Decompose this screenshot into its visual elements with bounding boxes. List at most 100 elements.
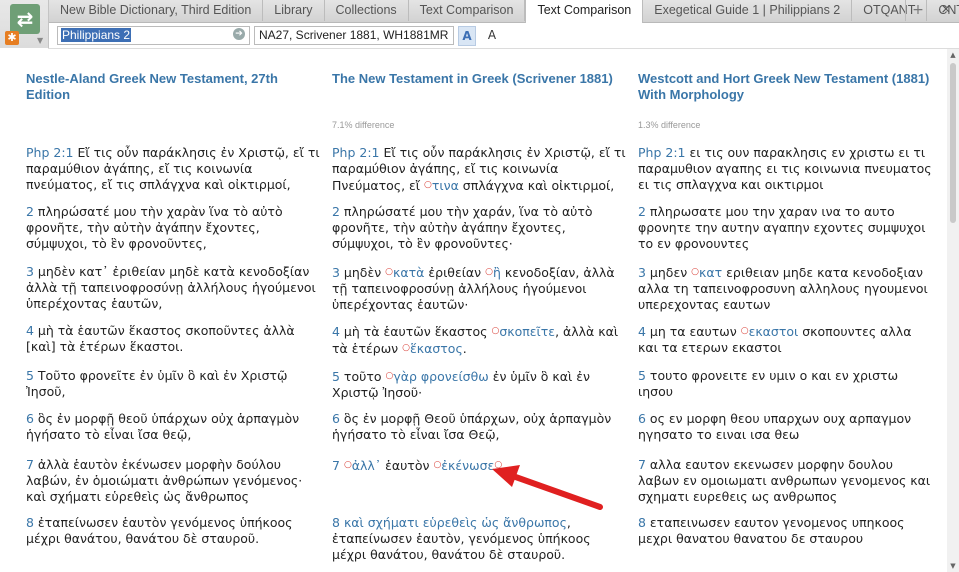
verse-body: ἀλλὰ ἑαυτὸν ἐκένωσεν μορφὴν δούλου λαβών… [26, 457, 303, 504]
add-tab-button[interactable]: + [905, 0, 930, 21]
verse-body: ὃς ἐν μορφῇ Θεοῦ ὑπάρχων, οὐχ ἁρπαγμὸν ἡ… [332, 411, 612, 442]
verse-number-link[interactable]: 5 [26, 368, 34, 383]
verse-text: 7 αλλα εαυτον εκενωσεν μορφην δουλου λαβ… [638, 457, 933, 505]
difference-label: 7.1% difference [332, 120, 395, 130]
reference-value: Philippians 2 [61, 28, 132, 42]
verse-body: πληρωσατε μου την χαραν ινα το αυτο φρον… [638, 204, 926, 251]
scroll-down-icon[interactable]: ▼ [947, 562, 959, 570]
verse-body: μη τα εαυτων ○εκαστοι σκοπουντες αλλα κα… [638, 324, 912, 355]
verse-number-link[interactable]: 4 [332, 324, 340, 339]
verse-body: τοῦτο ○γὰρ φρονείσθω ἐν ὑμῖν ὃ καὶ ἐν Χρ… [332, 369, 590, 400]
verse-number-link[interactable]: 2 [638, 204, 646, 219]
verse-text: 6 ὃς ἐν μορφῇ θεοῦ ὑπάρχων οὐχ ἁρπαγμὸν … [26, 411, 321, 443]
verse-number-link[interactable]: 8 [332, 515, 340, 530]
tab-0[interactable]: New Bible Dictionary, Third Edition [49, 0, 264, 21]
verse-body: πληρώσατέ μου τὴν χαρὰν ἵνα τὸ αὐτὸ φρον… [26, 204, 283, 251]
verse-body: πληρώσατέ μου τὴν χαράν, ἵνα τὸ αὐτὸ φρο… [332, 204, 593, 251]
verse-body: εταπεινωσεν εαυτον γενομενος υπηκοος μεχ… [638, 515, 905, 546]
verse-number-link[interactable]: 8 [638, 515, 646, 530]
difference-label: 1.3% difference [638, 120, 701, 130]
verse-number-link[interactable]: 2 [332, 204, 340, 219]
verse-number-link[interactable]: Php 2:1 [638, 145, 686, 160]
verse-number-link[interactable]: Php 2:1 [332, 145, 380, 160]
app-menu-button[interactable]: ⇄ ✱ ▼ [0, 0, 49, 48]
tab-5[interactable]: Exegetical Guide 1 | Philippians 2 [643, 0, 853, 21]
tab-bar: New Bible Dictionary, Third Edition Libra… [0, 0, 959, 23]
tab-3[interactable]: Text Comparison [409, 0, 526, 21]
verse-body: μὴ τὰ ἑαυτῶν ἕκαστος ○σκοπεῖτε, ἀλλὰ καὶ… [332, 324, 619, 356]
verse-body: ὃς ἐν μορφῇ θεοῦ ὑπάρχων οὐχ ἁρπαγμὸν ἡγ… [26, 411, 300, 442]
verse-body: μηδὲν κατ᾽ ἐριθείαν μηδὲ κατὰ κενοδοξίαν… [26, 264, 316, 311]
verse-number-link[interactable]: 8 [26, 515, 34, 530]
verse-text: 4 μὴ τὰ ἑαυτῶν ἕκαστος σκοποῦντες ἀλλὰ [… [26, 323, 321, 355]
verse-body: μηδεν ○κατ εριθειαν μηδε κατα κενοδοξιαν… [638, 265, 928, 312]
verse-number-link[interactable]: 4 [638, 324, 646, 339]
verse-number-link[interactable]: 6 [332, 411, 340, 426]
verse-number-link[interactable]: 2 [26, 204, 34, 219]
verse-text: 5 τουτο φρονειτε εν υμιν ο και εν χριστω… [638, 368, 933, 400]
verse-body: μὴ τὰ ἑαυτῶν ἕκαστος σκοποῦντες ἀλλὰ [κα… [26, 323, 295, 354]
app-logo-icon: ⇄ [10, 4, 40, 34]
verse-number-link[interactable]: 5 [332, 369, 340, 384]
verse-text: 4 μη τα εαυτων ○εκαστοι σκοπουντες αλλα … [638, 323, 933, 356]
verse-number-link[interactable]: 3 [26, 264, 34, 279]
scroll-up-icon[interactable]: ▲ [947, 51, 959, 59]
verse-body: Τοῦτο φρονεῖτε ἐν ὑμῖν ὃ καὶ ἐν Χριστῷ Ἰ… [26, 368, 288, 399]
verse-text: Php 2:1 ει τις ουν παρακλησις εν χριστω … [638, 145, 933, 193]
verse-number-link[interactable]: Php 2:1 [26, 145, 74, 160]
star-badge-icon: ✱ [5, 31, 19, 45]
verse-text: 2 πληρωσατε μου την χαραν ινα το αυτο φρ… [638, 204, 933, 252]
verse-number-link[interactable]: 7 [638, 457, 646, 472]
scroll-thumb[interactable] [950, 63, 956, 223]
verse-number-link[interactable]: 3 [332, 265, 340, 280]
verse-number-link[interactable]: 7 [332, 458, 340, 473]
reference-input[interactable]: Philippians 2 [57, 26, 250, 45]
verse-number-link[interactable]: 4 [26, 323, 34, 338]
verse-text: 8 ἐταπείνωσεν ἑαυτὸν γενόμενος ὑπήκοος μ… [26, 515, 321, 547]
verse-body: καὶ σχήματι εὑρεθεὶς ὡς ἄνθρωπος, ἐταπεί… [332, 515, 591, 562]
verse-text: Php 2:1 Εἴ τις οὖν παράκλησις ἐν Χριστῷ,… [332, 145, 627, 194]
verse-text: 3 μηδεν ○κατ εριθειαν μηδε κατα κενοδοξι… [638, 264, 933, 313]
verse-number-link[interactable]: 3 [638, 265, 646, 280]
verse-number-link[interactable]: 6 [26, 411, 34, 426]
verse-text: 6 ος εν μορφη θεου υπαρχων ουχ αρπαγμον … [638, 411, 933, 443]
comparison-panel: Nestle-Aland Greek New Testament, 27th E… [0, 49, 947, 572]
verse-text: 5 τοῦτο ○γὰρ φρονείσθω ἐν ὑμῖν ὃ καὶ ἐν … [332, 368, 627, 401]
verse-body: ος εν μορφη θεου υπαρχων ουχ αρπαγμον ηγ… [638, 411, 912, 442]
verse-text: Php 2:1 Εἴ τις οὖν παράκλησις ἐν Χριστῷ,… [26, 145, 321, 193]
verse-text: 8 καὶ σχήματι εὑρεθεὶς ὡς ἄνθρωπος, ἐταπ… [332, 515, 627, 563]
versions-field[interactable]: NA27, Scrivener 1881, WH1881MR [254, 26, 454, 45]
verse-number-link[interactable]: 6 [638, 411, 646, 426]
verse-number-link[interactable]: 7 [26, 457, 34, 472]
verse-text: 4 μὴ τὰ ἑαυτῶν ἕκαστος ○σκοπεῖτε, ἀλλὰ κ… [332, 323, 627, 357]
verse-body: ○ἀλλ᾽ ἑαυτὸν ○ἐκένωσε○ [343, 458, 503, 473]
verse-text: 8 εταπεινωσεν εαυτον γενομενος υπηκοος μ… [638, 515, 933, 547]
red-arrow-icon [492, 465, 603, 510]
tab-4[interactable]: Text Comparison [525, 0, 644, 23]
column-title: The New Testament in Greek (Scrivener 18… [332, 71, 613, 86]
verse-text: 5 Τοῦτο φρονεῖτε ἐν ὑμῖν ὃ καὶ ἐν Χριστῷ… [26, 368, 321, 400]
font-toggle-button[interactable]: A [484, 26, 500, 44]
vertical-scrollbar[interactable]: ▲ ▼ [947, 49, 959, 572]
chevron-down-icon: ▼ [37, 36, 44, 45]
column-title: Nestle-Aland Greek New Testament, 27th E… [26, 71, 278, 102]
verse-text: 3 μηδὲν κατ᾽ ἐριθείαν μηδὲ κατὰ κενοδοξί… [26, 264, 321, 312]
verse-number-link[interactable]: 5 [638, 368, 646, 383]
toolbar: Philippians 2 ➔ NA27, Scrivener 1881, WH… [48, 23, 959, 49]
font-toggle-greek-button[interactable]: A [458, 26, 476, 46]
tab-2[interactable]: Collections [325, 0, 409, 21]
verse-body: αλλα εαυτον εκενωσεν μορφην δουλου λαβων… [638, 457, 931, 504]
go-arrow-icon[interactable]: ➔ [233, 28, 245, 40]
tab-1[interactable]: Library [263, 0, 325, 21]
verse-text: 7 ἀλλὰ ἑαυτὸν ἐκένωσεν μορφὴν δούλου λαβ… [26, 457, 321, 505]
verse-text: 2 πληρώσατέ μου τὴν χαρὰν ἵνα τὸ αὐτὸ φρ… [26, 204, 321, 252]
tab-strip: New Bible Dictionary, Third Edition Libra… [49, 0, 959, 23]
verse-text: 3 μηδὲν ○κατὰ ἐριθείαν ○ἢ κενοδοξίαν, ἀλ… [332, 264, 627, 313]
verse-text: 6 ὃς ἐν μορφῇ Θεοῦ ὑπάρχων, οὐχ ἁρπαγμὸν… [332, 411, 627, 443]
verse-body: ἐταπείνωσεν ἑαυτὸν γενόμενος ὑπήκοος μέχ… [26, 515, 293, 546]
verse-text: 2 πληρώσατέ μου τὴν χαράν, ἵνα τὸ αὐτὸ φ… [332, 204, 627, 252]
column-title: Westcott and Hort Greek New Testament (1… [638, 71, 930, 102]
close-tab-button[interactable]: × [934, 0, 958, 21]
verse-body: μηδὲν ○κατὰ ἐριθείαν ○ἢ κενοδοξίαν, ἀλλὰ… [332, 265, 615, 312]
verse-body: τουτο φρονειτε εν υμιν ο και εν χριστω ι… [638, 368, 899, 399]
